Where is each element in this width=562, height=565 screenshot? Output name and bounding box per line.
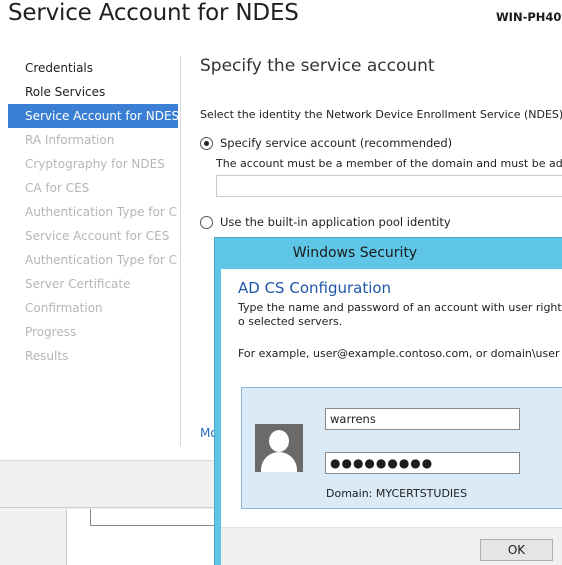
dialog-instructions: Type the name and password of an account… bbox=[238, 301, 562, 328]
dialog-heading: AD CS Configuration bbox=[238, 279, 392, 297]
nav-item-results: Results bbox=[25, 349, 69, 363]
nav-item-ca-for-ces: CA for CES bbox=[25, 181, 90, 195]
avatar-body bbox=[261, 452, 297, 472]
domain-label: Domain: MYCERTSTUDIES bbox=[326, 487, 468, 500]
nav-item-confirmation: Confirmation bbox=[25, 301, 103, 315]
radio-unchecked-icon[interactable] bbox=[200, 215, 213, 229]
dialog-title: Windows Security bbox=[292, 245, 418, 261]
wizard-title: Service Account for NDES bbox=[8, 0, 299, 26]
nav-item-auth-type-1: Authentication Type for C... bbox=[25, 205, 178, 219]
nav-item-cryptography-ndes: Cryptography for NDES bbox=[25, 157, 165, 171]
windows-security-dialog: Windows Security AD CS Configuration Typ… bbox=[214, 237, 562, 565]
server-name: WIN-PH40I bbox=[496, 10, 562, 24]
nav-item-role-services[interactable]: Role Services bbox=[8, 80, 178, 104]
dialog-footer: OK bbox=[221, 527, 562, 565]
page-description: Select the identity the Network Device E… bbox=[200, 108, 562, 121]
dialog-body: AD CS Configuration Type the name and pa… bbox=[221, 269, 562, 565]
page-heading: Specify the service account bbox=[200, 56, 435, 76]
footer-box bbox=[90, 509, 230, 526]
wizard-nav: Credentials Role Services Service Accoun… bbox=[8, 56, 178, 368]
nav-item-auth-type-2: Authentication Type for C... bbox=[25, 253, 178, 267]
avatar-head bbox=[269, 430, 289, 452]
nav-item-ra-information: RA Information bbox=[25, 133, 115, 147]
username-input[interactable]: warrens bbox=[325, 408, 520, 430]
nav-item-progress: Progress bbox=[25, 325, 77, 339]
nav-divider bbox=[180, 56, 181, 446]
nav-item-service-account-ndes[interactable]: Service Account for NDES bbox=[8, 104, 178, 128]
service-account-select-field[interactable] bbox=[216, 175, 562, 197]
dialog-example-text: For example, user@example.contoso.com, o… bbox=[238, 347, 562, 360]
nav-item-service-account-ces: Service Account for CES bbox=[25, 229, 170, 243]
password-input[interactable]: ●●●●●●●●● bbox=[325, 452, 520, 474]
ok-button[interactable]: OK bbox=[480, 539, 553, 561]
main-content: Specify the service account Select the i… bbox=[200, 56, 562, 229]
radio-builtin-identity-label: Use the built-in application pool identi… bbox=[220, 215, 451, 229]
nav-item-server-certificate: Server Certificate bbox=[25, 277, 131, 291]
radio-checked-icon[interactable] bbox=[200, 136, 213, 150]
radio-specify-account[interactable]: Specify service account (recommended) bbox=[200, 136, 452, 150]
account-requirement-note: The account must be a member of the doma… bbox=[216, 157, 562, 170]
credential-tile: warrens ●●●●●●●●● Domain: MYCERTSTUDIES bbox=[241, 387, 562, 509]
nav-item-credentials[interactable]: Credentials bbox=[8, 56, 178, 80]
radio-builtin-identity[interactable]: Use the built-in application pool identi… bbox=[200, 215, 451, 229]
user-avatar-icon bbox=[255, 424, 303, 472]
radio-specify-account-label: Specify service account (recommended) bbox=[220, 136, 453, 150]
